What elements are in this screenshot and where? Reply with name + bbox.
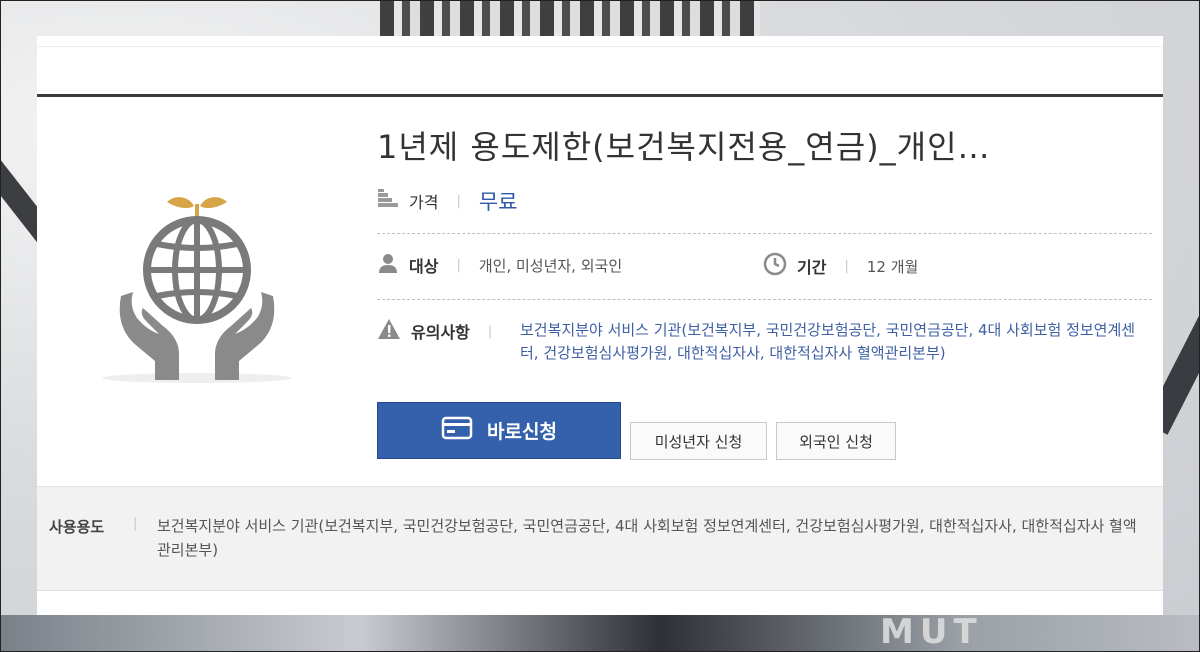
separator: | [487,323,493,339]
background-barcode [380,0,760,36]
coins-icon [377,189,399,213]
card-icon [441,416,487,445]
separator: | [456,257,461,273]
notice-row: 유의사항 | [377,318,510,344]
background-embossed-text: MUT [880,612,983,652]
apply-now-label: 바로신청 [487,421,557,443]
price-value: 무료 [478,190,518,214]
background-card-edge [0,615,1200,652]
price-row: 가격 | 무료 [377,186,517,216]
notice-text: 보건복지분야 서비스 기관(보건복지부, 국민건강보험공단, 국민연금공단, 4… [520,321,1136,362]
period-label: 기간 [797,258,827,277]
target-row: 대상 | 개인, 미성년자, 외국인 [377,252,622,278]
warning-icon [377,318,401,344]
separator: | [133,516,138,531]
separator: | [456,193,461,209]
globe-in-hands-icon [97,196,297,396]
price-label: 가격 [409,193,439,212]
clock-icon [763,252,787,280]
usage-section: 사용용도 | 보건복지분야 서비스 기관(보건복지부, 국민건강보험공단, 국민… [37,486,1163,591]
separator: | [844,258,849,274]
minor-apply-button[interactable]: 미성년자 신청 [630,422,767,460]
foreigner-apply-button[interactable]: 외국인 신청 [776,422,896,460]
card-header-area [37,36,1163,97]
notice-label: 유의사항 [411,323,470,342]
divider [37,46,1163,47]
person-icon [377,252,399,278]
period-value: 12 개월 [866,257,919,276]
dashed-divider [377,299,1152,300]
usage-text: 보건복지분야 서비스 기관(보건복지부, 국민건강보험공단, 국민연금공단, 4… [157,517,1137,559]
period-row: 기간 | 12 개월 [763,252,918,280]
dashed-divider [377,233,1152,234]
certificate-product-card: 1년제 용도제한(보건복지전용_연금)_개인… 가격 | 무료 대상 | 개인,… [37,36,1163,615]
target-value: 개인, 미성년자, 외국인 [478,256,623,275]
usage-label: 사용용도 [49,518,105,536]
product-title: 1년제 용도제한(보건복지전용_연금)_개인… [377,128,991,166]
apply-now-button[interactable]: 바로신청 [377,402,621,459]
target-label: 대상 [409,257,439,276]
